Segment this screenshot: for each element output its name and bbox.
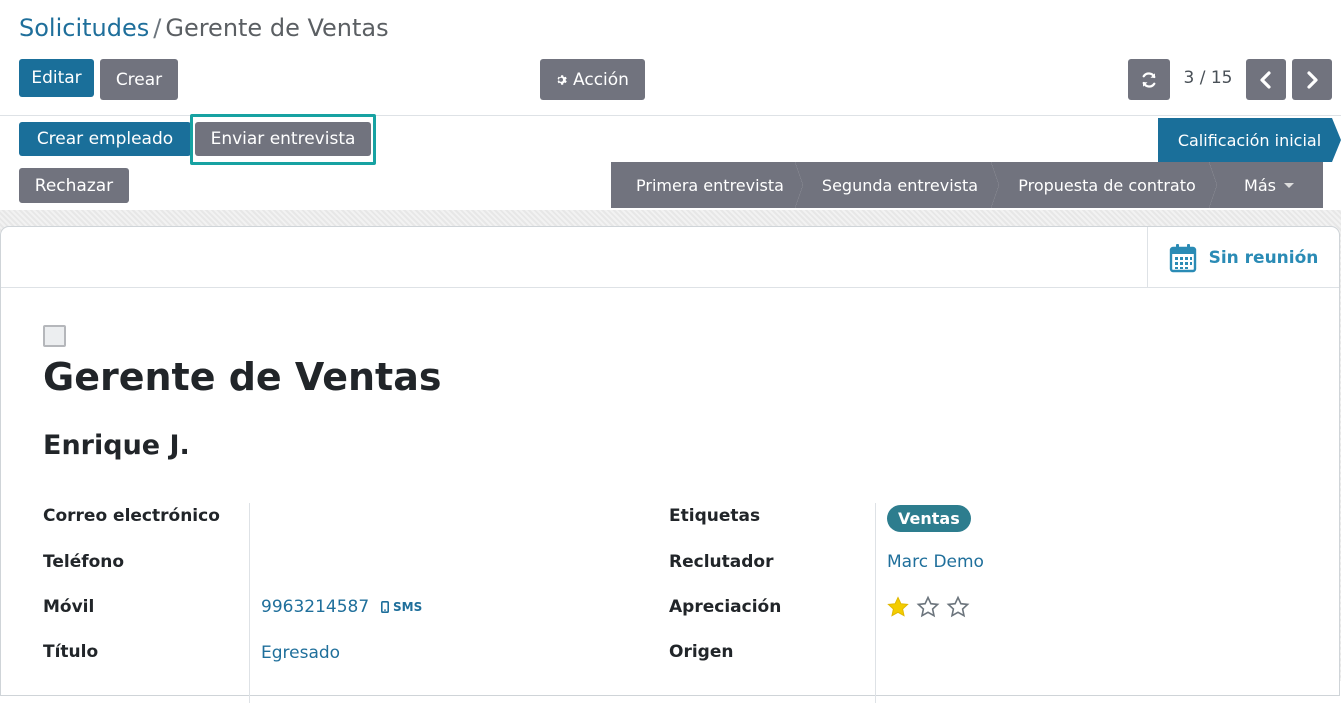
source-field[interactable] xyxy=(887,642,1287,666)
field-separator xyxy=(249,503,250,703)
breadcrumb-separator: / xyxy=(153,14,162,42)
pager-value[interactable]: 3 / 15 xyxy=(1170,68,1246,88)
stage-second-interview[interactable]: Segunda entrevista xyxy=(795,162,999,208)
stage-current[interactable]: Calificación inicial xyxy=(1158,118,1341,162)
chevron-right-icon xyxy=(1307,70,1318,89)
pager-previous-button[interactable] xyxy=(1246,59,1286,100)
action-label: Acción xyxy=(573,69,629,90)
kanban-state-checkbox[interactable] xyxy=(43,325,66,347)
sms-label: SMS xyxy=(393,600,423,614)
pager-next-button[interactable] xyxy=(1292,59,1332,100)
stage-contract-proposal[interactable]: Propuesta de contrato xyxy=(991,162,1217,208)
mobile-phone-icon xyxy=(381,601,389,613)
phone-field[interactable] xyxy=(261,552,621,576)
send-interview-button[interactable]: Enviar entrevista xyxy=(195,122,371,156)
gear-icon xyxy=(557,74,567,85)
stage-first-interview[interactable]: Primera entrevista xyxy=(611,162,803,208)
reload-button[interactable] xyxy=(1128,59,1170,100)
tags-label: Etiquetas xyxy=(669,506,761,526)
breadcrumb-link-solicitudes[interactable]: Solicitudes xyxy=(19,14,149,42)
chevron-left-icon xyxy=(1260,70,1271,89)
tag-badge[interactable]: Ventas xyxy=(887,505,971,532)
priority-label: Apreciación xyxy=(669,597,782,617)
mobile-label: Móvil xyxy=(43,597,95,617)
star-empty-icon[interactable] xyxy=(946,595,970,619)
source-label: Origen xyxy=(669,642,734,662)
refresh-icon xyxy=(1142,71,1156,88)
calendar-icon xyxy=(1169,243,1196,272)
email-field[interactable] xyxy=(261,506,621,530)
edit-button[interactable]: Editar xyxy=(19,59,94,97)
priority-stars xyxy=(886,595,970,619)
stage-pipeline: Primera entrevista Segunda entrevista Pr… xyxy=(611,162,1323,208)
stage-label: Primera entrevista xyxy=(636,175,784,195)
stage-more-dropdown[interactable]: Más xyxy=(1209,162,1323,208)
sms-button[interactable]: SMS xyxy=(381,600,422,614)
page-title: Gerente de Ventas xyxy=(43,355,442,399)
recruiter-label: Reclutador xyxy=(669,552,774,572)
field-separator xyxy=(875,503,876,703)
form-sheet: Sin reunión Gerente de Ventas Enrique J.… xyxy=(0,226,1340,703)
email-label: Correo electrónico xyxy=(43,506,220,526)
star-filled-icon[interactable] xyxy=(886,595,910,619)
stage-label: Segunda entrevista xyxy=(821,175,979,195)
meeting-smart-button[interactable]: Sin reunión xyxy=(1147,227,1339,288)
breadcrumb: Solicitudes / Gerente de Ventas xyxy=(19,14,389,42)
breadcrumb-current: Gerente de Ventas xyxy=(165,14,389,42)
degree-label: Título xyxy=(43,642,99,662)
stage-label: Propuesta de contrato xyxy=(1018,175,1196,195)
control-panel: Solicitudes / Gerente de Ventas Editar Cre… xyxy=(0,0,1341,116)
phone-label: Teléfono xyxy=(43,552,125,572)
smart-button-box: Sin reunión xyxy=(1,227,1339,288)
mobile-field[interactable]: 9963214587 xyxy=(261,597,369,617)
star-empty-icon[interactable] xyxy=(916,595,940,619)
create-employee-button[interactable]: Crear empleado xyxy=(19,122,191,156)
caret-down-icon xyxy=(1283,182,1294,188)
recruiter-field[interactable]: Marc Demo xyxy=(887,552,984,572)
refuse-button[interactable]: Rechazar xyxy=(19,168,129,203)
applicant-name: Enrique J. xyxy=(43,430,190,461)
stage-more-label: Más xyxy=(1244,175,1276,195)
meeting-label: Sin reunión xyxy=(1208,247,1319,268)
action-button[interactable]: Acción xyxy=(540,59,645,100)
degree-field[interactable]: Egresado xyxy=(261,643,340,663)
create-button[interactable]: Crear xyxy=(100,59,178,100)
